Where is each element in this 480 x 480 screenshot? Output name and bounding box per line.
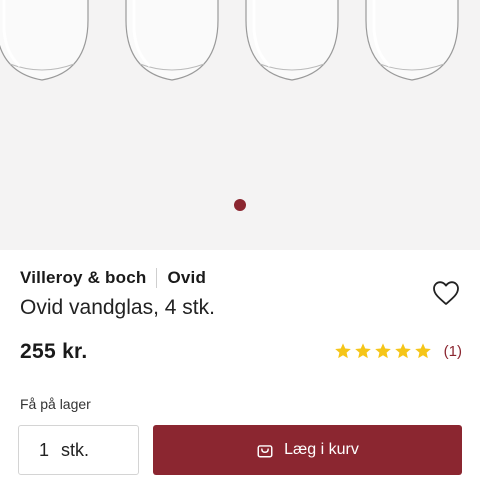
product-image-gallery[interactable] [0, 0, 480, 250]
heart-outline-icon[interactable] [432, 280, 460, 306]
rating-summary[interactable]: (1) [334, 342, 462, 360]
quantity-selector[interactable]: 1 stk. [18, 425, 139, 475]
star-icon [334, 343, 351, 359]
star-icon [354, 343, 371, 359]
review-count[interactable]: (1) [444, 343, 462, 360]
star-icon [414, 343, 431, 359]
shopping-bag-icon [257, 445, 273, 458]
star-icon [394, 343, 411, 359]
product-image-glass [125, 0, 219, 81]
brand-divider [156, 268, 158, 288]
add-to-cart-label: Læg i kurv [284, 441, 359, 458]
carousel-dots [0, 199, 480, 211]
quantity-unit: stk. [61, 439, 90, 460]
quantity-value: 1 [39, 439, 50, 460]
product-image-glass [0, 0, 89, 81]
product-image-glass [365, 0, 459, 81]
brand-link[interactable]: Villeroy & boch [20, 268, 146, 288]
series-link[interactable]: Ovid [167, 268, 206, 288]
product-price: 255 kr. [20, 340, 88, 363]
carousel-dot-active[interactable] [234, 199, 246, 211]
stock-status: Få på lager [20, 396, 91, 412]
product-title: Ovid vandglas, 4 stk. [20, 296, 215, 319]
add-to-cart-button[interactable]: Læg i kurv [153, 425, 462, 475]
star-icon [374, 343, 391, 359]
product-image-glass [245, 0, 339, 81]
brand-row: Villeroy & boch Ovid [20, 268, 206, 288]
